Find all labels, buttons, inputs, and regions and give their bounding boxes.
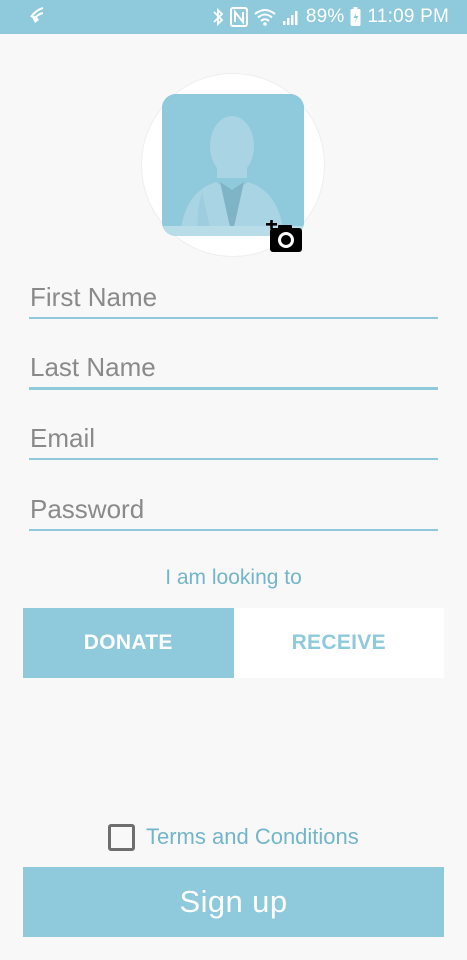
status-bar: 89% 11:09 PM [0,0,467,34]
battery-percent: 89% [305,6,345,27]
last-name-field[interactable] [29,352,438,390]
wifi-icon [254,8,276,26]
avatar[interactable] [142,74,324,256]
wifi-call-icon [28,5,50,30]
looking-to-label: I am looking to [165,566,302,589]
status-right: 89% 11:09 PM [212,6,449,28]
status-time: 11:09 PM [367,6,449,27]
person-silhouette-icon [162,94,304,236]
donate-button[interactable]: DONATE [23,608,234,678]
donate-receive-toggle: DONATE RECEIVE [23,608,444,678]
email-field[interactable] [29,423,438,460]
email-input[interactable] [29,423,438,458]
password-input[interactable] [29,494,438,529]
first-name-input[interactable] [29,282,438,317]
signal-icon [282,8,300,26]
password-field[interactable] [29,494,438,531]
nfc-icon [229,7,248,27]
first-name-field[interactable] [29,282,438,319]
terms-label[interactable]: Terms and Conditions [146,824,359,850]
signup-button[interactable]: Sign up [23,867,444,937]
add-photo-icon[interactable] [266,220,304,254]
status-left [28,5,50,30]
terms-row: Terms and Conditions [108,822,359,852]
last-name-input[interactable] [29,352,438,387]
bluetooth-icon [212,7,224,27]
battery-charging-icon [350,7,361,27]
terms-checkbox[interactable] [108,823,135,851]
receive-button[interactable]: RECEIVE [233,608,444,678]
